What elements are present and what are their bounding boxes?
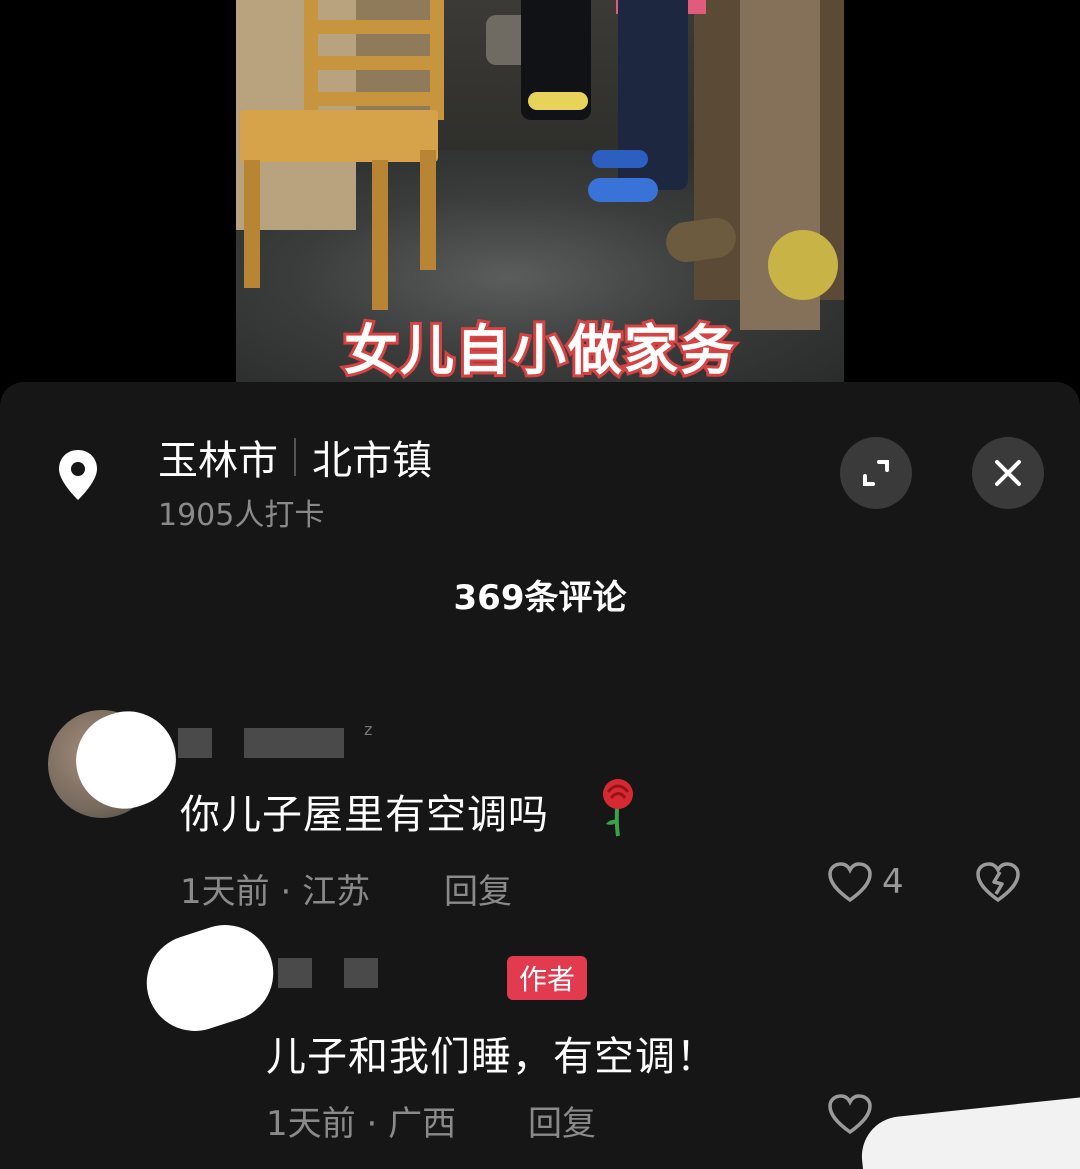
reply-button[interactable]: 回复 <box>528 1096 596 1145</box>
expand-button[interactable] <box>840 437 912 509</box>
expand-icon <box>863 460 889 486</box>
location-separator <box>294 438 296 476</box>
like-button[interactable]: 4 <box>826 860 904 904</box>
location-checkins: 1905人打卡 <box>158 498 325 533</box>
rose-icon <box>596 778 640 838</box>
video-chair-seat <box>240 110 438 162</box>
comment-region: 江苏 <box>302 872 371 912</box>
author-badge: 作者 <box>507 956 588 1000</box>
username-redacted[interactable] <box>178 728 212 758</box>
comments-count: 369条评论 <box>453 578 627 618</box>
dislike-button[interactable] <box>974 860 1022 908</box>
comment-time: 1天前 <box>266 1104 356 1144</box>
location-title[interactable]: 玉林市 北市镇 <box>158 428 432 486</box>
username-redacted[interactable] <box>344 958 378 988</box>
comment-meta: 1天前 · 江苏 <box>180 864 370 913</box>
video-frame[interactable]: 女儿自小做家务 <box>236 0 844 382</box>
heart-icon <box>828 862 872 903</box>
meta-dot: · <box>280 872 303 912</box>
username-redacted[interactable] <box>278 958 312 988</box>
comment-time: 1天前 <box>180 872 270 912</box>
meta-dot: · <box>366 1104 389 1144</box>
video-chair-leg <box>420 150 436 270</box>
close-icon <box>995 460 1021 486</box>
location-pin-icon[interactable] <box>56 448 100 508</box>
like-button[interactable] <box>826 1092 874 1136</box>
location-town: 北市镇 <box>312 438 432 484</box>
video-blue-shoe-front <box>588 178 658 202</box>
video-bag <box>768 230 838 300</box>
close-button[interactable] <box>972 437 1044 509</box>
broken-heart-icon <box>976 862 1020 903</box>
video-yellow-shoes <box>528 92 588 110</box>
video-chair-leg <box>244 160 260 288</box>
video-chair-rung <box>318 20 430 34</box>
reply-button[interactable]: 回复 <box>444 864 512 913</box>
comment-region: 广西 <box>388 1104 457 1144</box>
comment-text: 儿子和我们睡，有空调！ <box>266 1034 717 1080</box>
video-chair-leg <box>372 160 388 310</box>
comment-meta: 1天前 · 广西 <box>266 1096 456 1145</box>
like-count: 4 <box>882 862 904 902</box>
comment-text: 你儿子屋里有空调吗 <box>180 792 549 838</box>
heart-icon <box>828 1094 872 1135</box>
video-blue-shoe-back <box>592 150 648 168</box>
app-root: 女儿自小做家务 玉林市 北市镇 1905人打卡 369条评论 z 你儿子屋里有空… <box>0 0 1080 1169</box>
location-city: 玉林市 <box>158 438 278 484</box>
video-chair-rung <box>318 56 430 70</box>
video-chair-rung <box>318 92 430 106</box>
video-caption: 女儿自小做家务 <box>341 316 737 382</box>
username-redacted[interactable] <box>244 728 344 758</box>
username-suffix: z <box>364 720 373 739</box>
